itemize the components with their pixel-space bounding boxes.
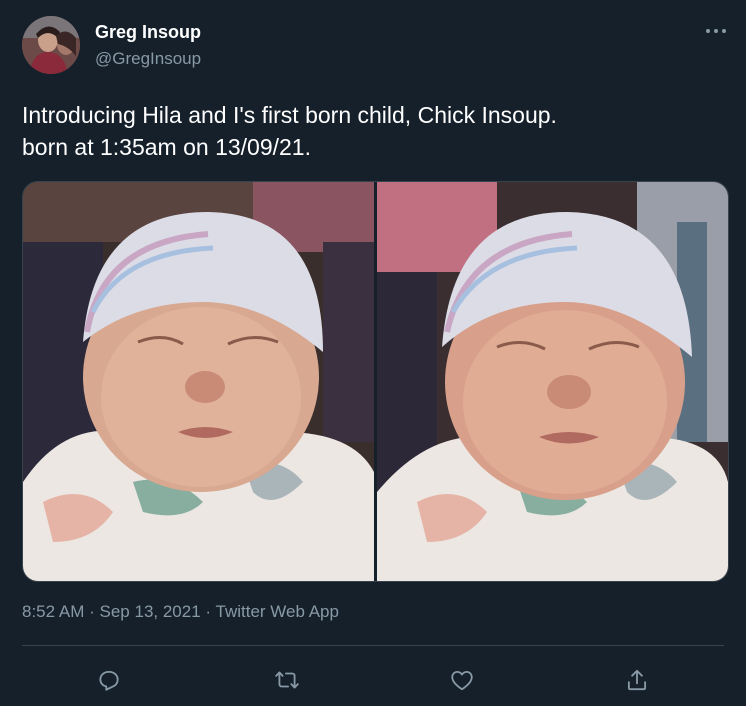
tweet-source-link[interactable]: Twitter Web App — [216, 602, 339, 621]
share-button[interactable] — [617, 660, 657, 700]
tweet-text: Introducing Hila and I's first born chil… — [22, 99, 722, 163]
more-options-button[interactable] — [704, 22, 728, 40]
more-horizontal-icon — [706, 29, 726, 33]
tweet-time-link[interactable]: 8:52 AM — [22, 602, 84, 621]
media-grid — [22, 181, 729, 582]
share-icon — [627, 669, 647, 691]
meta-separator: · — [205, 602, 212, 621]
retweet-icon — [275, 671, 299, 689]
avatar[interactable] — [22, 16, 80, 74]
tweet-text-line-1: Introducing Hila and I's first born chil… — [22, 102, 557, 128]
baby-photo-1 — [23, 182, 374, 581]
tweet-card: Greg Insoup @GregInsoup Introducing Hila… — [0, 0, 746, 706]
media-photo-2[interactable] — [377, 182, 728, 581]
tweet-timestamp: 8:52 AM · Sep 13, 2021 · Twitter Web App — [22, 601, 339, 623]
avatar-image — [22, 16, 80, 74]
retweet-button[interactable] — [267, 660, 307, 700]
tweet-text-line-2: born at 1:35am on 13/09/21. — [22, 134, 311, 160]
baby-photo-2 — [377, 182, 728, 581]
meta-separator: · — [89, 602, 95, 621]
like-button[interactable] — [442, 660, 482, 700]
heart-icon — [451, 670, 473, 691]
action-bar — [0, 660, 746, 700]
divider — [22, 645, 724, 646]
author-handle[interactable]: @GregInsoup — [95, 48, 201, 70]
reply-button[interactable] — [89, 660, 129, 700]
media-photo-1[interactable] — [23, 182, 374, 581]
tweet-date-link[interactable]: Sep 13, 2021 — [100, 602, 201, 621]
reply-icon — [99, 670, 119, 691]
author-name[interactable]: Greg Insoup — [95, 21, 201, 43]
